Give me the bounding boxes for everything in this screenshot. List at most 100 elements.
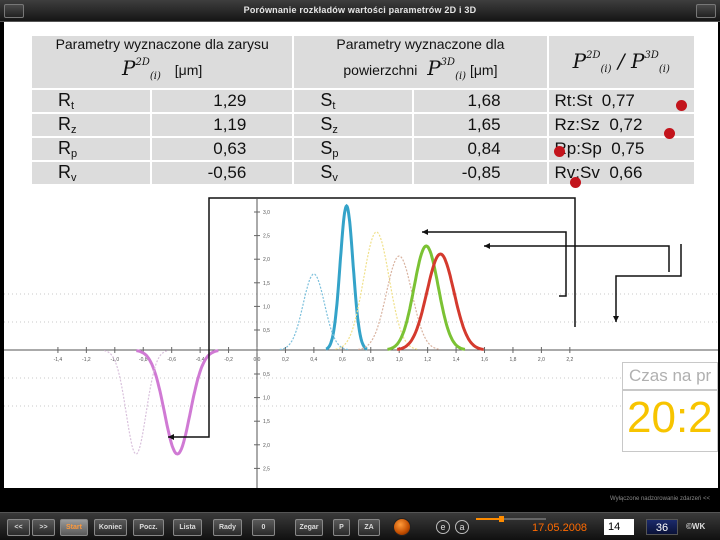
connector-line	[168, 197, 576, 438]
connector-line	[615, 244, 682, 322]
param-2d: Rz	[30, 112, 152, 138]
total-slides: 36	[646, 519, 678, 535]
parameters-table: Parametry wyznaczone dla zarysu P2D(i) […	[29, 34, 697, 186]
value-3d: 1,68	[412, 88, 549, 114]
y-tick-label: 0,5	[263, 328, 270, 334]
x-tick-label: -0,2	[224, 357, 233, 363]
curve-sv	[104, 350, 169, 455]
x-tick-label: 1,0	[396, 357, 403, 363]
value-2d: -0,56	[149, 160, 295, 186]
connector-arrow	[613, 316, 619, 322]
connector-line	[484, 245, 670, 272]
connector-arrow	[484, 243, 490, 249]
p3d-symbol: P3D(i)	[427, 56, 467, 82]
param-3d: Sp	[292, 136, 415, 162]
header-profile-params: Parametry wyznaczone dla zarysu P2D(i) […	[29, 34, 295, 90]
marker-rv-sv	[570, 177, 581, 188]
unit-label-3d: [μm]	[469, 62, 498, 78]
table-row: Rv -0,56 Sv -0,85 Rv:Sv 0,66	[30, 160, 697, 186]
param-3d: St	[292, 88, 415, 114]
x-tick-label: 0,4	[310, 357, 317, 363]
event-monitor-note: Wyłączone nadzorowanie zdarzeń <<	[609, 496, 710, 502]
clock-button[interactable]: Zegar	[295, 519, 323, 536]
end-button[interactable]: Koniec	[94, 519, 127, 536]
connector-line	[422, 231, 567, 297]
za-button[interactable]: ZA	[358, 519, 380, 536]
x-tick-label: 0,2	[282, 357, 289, 363]
unit-label-2d: [μm]	[174, 62, 203, 78]
x-tick-label: 2,2	[566, 357, 573, 363]
first-slide-button[interactable]: Pocz.	[133, 519, 164, 536]
x-tick-label: -1,2	[82, 357, 91, 363]
marker-rz-sz	[664, 128, 675, 139]
curve-rp	[325, 203, 368, 351]
curve-rt-dashed	[358, 255, 441, 350]
ratio-formula: P2D(i) / P3D(i)	[572, 49, 670, 75]
progress-knob[interactable]	[499, 516, 505, 522]
value-3d: 0,84	[412, 136, 549, 162]
y-tick-label: 0,5	[263, 372, 270, 378]
record-orb-icon[interactable]	[393, 518, 411, 536]
y-tick-label: 3,0	[263, 210, 270, 216]
slide-canvas: Parametry wyznaczone dla zarysu P2D(i) […	[4, 22, 718, 502]
x-tick-label: 2,0	[538, 357, 545, 363]
value-2d: 1,19	[149, 112, 295, 138]
window-title: Porównanie rozkładów wartości parametrów…	[243, 5, 477, 15]
header-profile-formula: P2D(i) [μm]	[36, 56, 288, 82]
ratio-cell: Rt:St 0,77	[546, 88, 697, 114]
x-tick-label: -0,6	[167, 357, 176, 363]
table-row: Rp 0,63 Sp 0,84 Rp:Sp 0,75	[30, 136, 697, 162]
curve-rv	[136, 349, 219, 456]
x-tick-label: -1,4	[54, 357, 63, 363]
header-surface-formula: powierzchni P3D(i) [μm]	[298, 56, 542, 82]
previous-button[interactable]: <<	[7, 519, 30, 536]
close-corner-button[interactable]	[696, 4, 716, 18]
x-tick-label: 0,0	[254, 357, 261, 363]
table-header-row: Parametry wyznaczone dla zarysu P2D(i) […	[29, 34, 697, 90]
y-tick-label: 2,5	[263, 234, 270, 240]
date-display: 17.05.2008	[532, 522, 588, 534]
param-2d: Rv	[30, 160, 152, 186]
marker-rp-sp	[554, 146, 565, 157]
param-2d: Rt	[30, 88, 152, 114]
countdown-clock: 20:2	[622, 390, 718, 452]
connector-arrow	[422, 229, 428, 235]
x-tick-label: 1,8	[509, 357, 516, 363]
x-tick-label: 1,6	[481, 357, 488, 363]
y-tick-label: 1,0	[263, 304, 270, 310]
x-tick-label: 0,8	[367, 357, 374, 363]
navigation-toolbar: << >> Start Koniec Pocz. Lista Rady 0 Ze…	[0, 512, 720, 540]
p2d-symbol: P2D(i)	[122, 56, 161, 82]
pen-button[interactable]: P	[333, 519, 350, 536]
e-circle-icon[interactable]: e	[436, 520, 450, 534]
table-row: Rz 1,19 Sz 1,65 Rz:Sz 0,72	[30, 112, 697, 138]
x-tick-label: 1,2	[424, 357, 431, 363]
start-button[interactable]: Start	[60, 519, 88, 536]
y-tick-label: 2,0	[263, 443, 270, 449]
hints-button[interactable]: Rady	[213, 519, 242, 536]
header-surface-label-line1: Parametry wyznaczone dla	[336, 36, 505, 52]
list-button[interactable]: Lista	[173, 519, 202, 536]
zero-button[interactable]: 0	[252, 519, 275, 536]
progress-fill	[476, 518, 502, 520]
header-surface-params: Parametry wyznaczone dla powierzchni P3D…	[292, 34, 549, 90]
distribution-chart: -1,4 -1,2 -1,0 -0,8 -0,6 -0,4 -0,2 0,0 0,2 0,4 0,6…	[4, 197, 718, 488]
presentation-window: Porównanie rozkładów wartości parametrów…	[0, 0, 720, 540]
x-tick-label: 0,6	[339, 357, 346, 363]
header-profile-label: Parametry wyznaczone dla zarysu	[55, 36, 269, 52]
next-button[interactable]: >>	[32, 519, 55, 536]
x-tick-label: 1,4	[453, 357, 460, 363]
y-tick-label: 1,0	[263, 396, 270, 402]
header-surface-label-line2: powierzchni	[343, 62, 418, 78]
current-slide-input[interactable]: 14	[604, 519, 634, 535]
y-tick-label: 2,5	[263, 466, 270, 472]
copyright-label: ©WK	[686, 522, 706, 531]
param-2d: Rp	[30, 136, 152, 162]
value-3d: 1,65	[412, 112, 549, 138]
param-3d: Sz	[292, 112, 415, 138]
y-tick-label: 1,5	[263, 419, 270, 425]
value-3d: -0,85	[412, 160, 549, 186]
param-3d: Sv	[292, 160, 415, 186]
a-circle-icon[interactable]: a	[455, 520, 469, 534]
title-bar: Porównanie rozkładów wartości parametrów…	[0, 0, 720, 22]
